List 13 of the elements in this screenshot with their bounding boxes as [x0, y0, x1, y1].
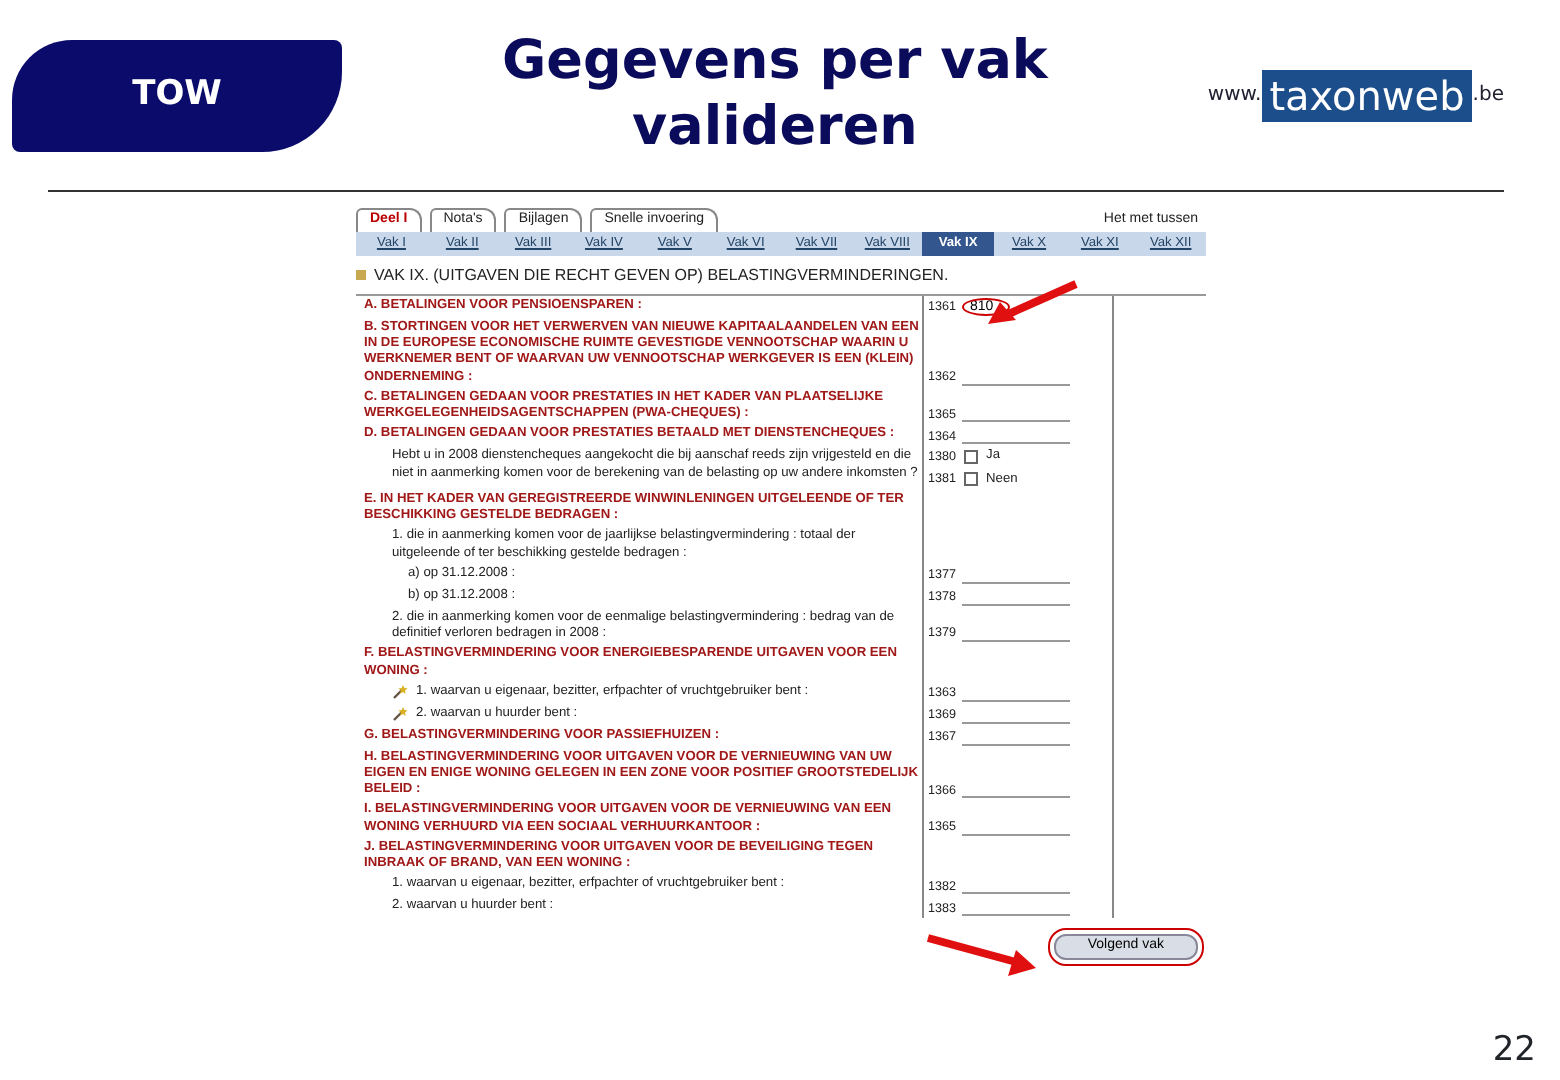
section-heading: VAK IX. (UITGAVEN DIE RECHT GEVEN OP) BELASTINGVERMINDERINGEN.: [374, 265, 949, 286]
page-number: 22: [1492, 1027, 1536, 1073]
wand-icon: [392, 683, 408, 700]
checkbox[interactable]: [964, 450, 979, 464]
logo-text: .be: [1472, 82, 1504, 110]
arrow-annotation: [924, 932, 1040, 976]
slide-title: Gegevens per vak valideren: [500, 30, 1051, 160]
checkbox[interactable]: [964, 472, 979, 487]
logo-text: taxonweb: [1261, 69, 1473, 121]
logo-text: www.: [1207, 82, 1262, 110]
square-icon: [356, 270, 366, 281]
badge: TOW: [12, 39, 342, 151]
wand-icon: [392, 705, 408, 722]
